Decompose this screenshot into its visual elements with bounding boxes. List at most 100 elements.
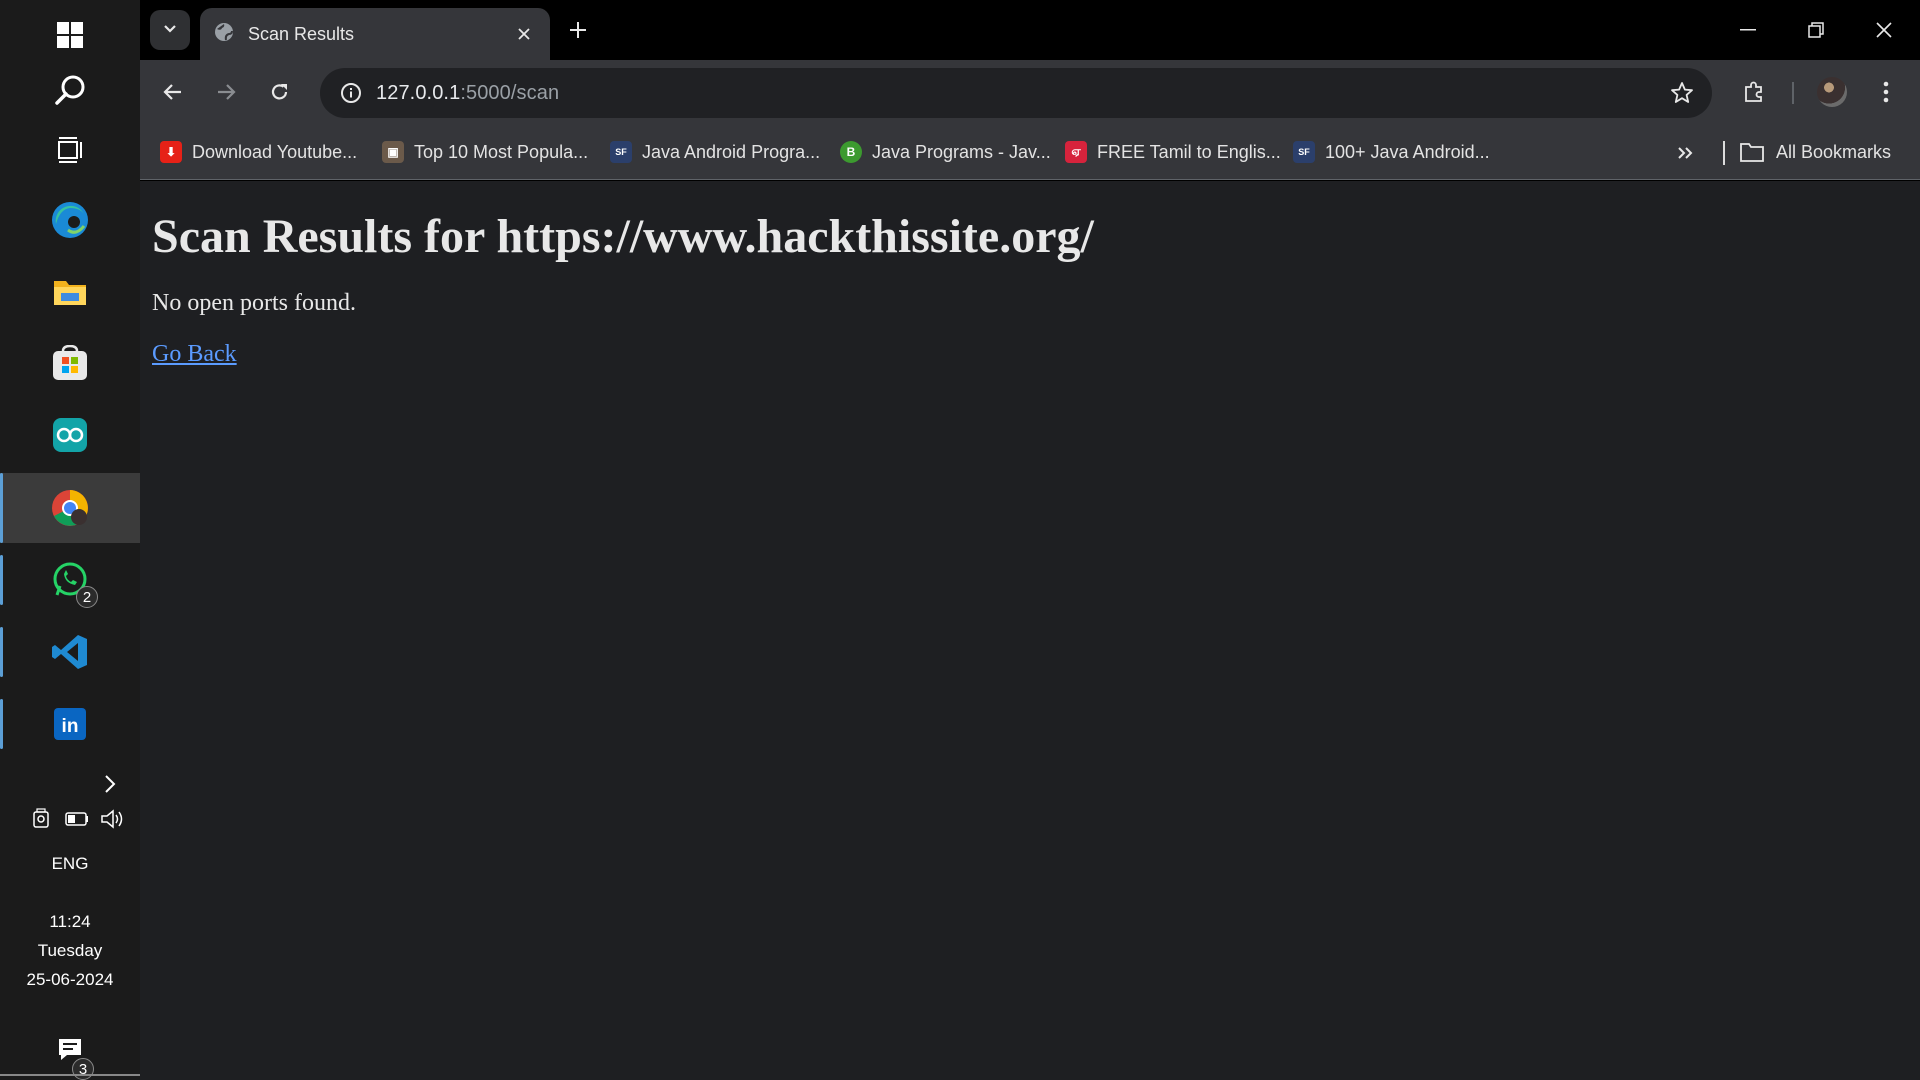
task-view-icon [50,130,90,170]
tab-title: Scan Results [248,23,355,44]
camera-tray-icon[interactable] [29,806,55,832]
clock-date[interactable]: 25-06-2024 [0,970,140,990]
url-text[interactable]: 127.0.0.1:5000/scan [376,82,559,105]
sf-site-icon: SF [610,141,632,163]
running-indicator [0,627,3,677]
linkedin-icon: in [50,704,90,744]
taskbar-app-edge[interactable] [0,185,140,255]
bookmark-star-button[interactable] [1664,75,1700,111]
close-icon [1876,22,1892,38]
running-indicator [0,555,3,605]
minimize-icon [1740,29,1756,31]
tab-close-button[interactable] [512,22,536,46]
bookmark-item[interactable]: ஏ FREE Tamil to Englis... [1059,136,1287,168]
arduino-icon [50,415,90,455]
reload-icon [271,84,288,100]
folder-outline-icon [1740,142,1764,162]
taskbar-app-whatsapp[interactable]: 2 [0,545,140,615]
chevron-down-icon [163,21,177,39]
folder-icon [50,272,90,312]
toolbar-divider [1792,82,1794,104]
new-tab-button[interactable] [560,12,596,48]
taskbar-bottom-divider [0,1074,140,1076]
bookmarks-divider [1723,141,1725,165]
avatar [1817,77,1847,107]
restore-icon [1808,22,1824,38]
minimize-button[interactable] [1714,0,1782,60]
store-icon [50,343,90,383]
windows-icon [50,15,90,55]
chrome-icon [50,488,90,528]
arrow-right-icon [218,84,236,100]
battery-icon[interactable] [64,806,90,832]
bookmark-label: Top 10 Most Popula... [414,141,589,162]
page-content: Scan Results for https://www.hackthissit… [140,181,1920,1080]
notifications-badge: 3 [72,1058,94,1080]
taskbar-app-chrome[interactable] [0,473,140,543]
taskbar-app-microsoft-store[interactable] [0,328,140,398]
bookmark-item[interactable]: B Java Programs - Jav... [834,136,1057,168]
taskbar: 2 in ENG 11:24 Tuesday 25-06-2024 3 [0,0,140,1080]
info-icon [341,83,361,103]
bookmark-item[interactable]: SF Java Android Progra... [604,136,826,168]
all-bookmarks-button[interactable]: All Bookmarks [1740,136,1891,168]
go-back-link[interactable]: Go Back [152,341,237,368]
url-path: :5000/scan [460,81,560,104]
volume-icon[interactable] [100,806,126,832]
edge-icon [50,200,90,240]
whatsapp-icon: 2 [50,560,98,608]
search-icon [50,70,90,110]
clock-day[interactable]: Tuesday [0,941,140,961]
language-indicator[interactable]: ENG [0,854,140,874]
bookmark-item[interactable]: ▣ Top 10 Most Popula... [376,136,594,168]
site-info-button[interactable] [326,68,376,118]
url-host: 127.0.0.1 [376,81,461,104]
chevron-right-icon [103,774,117,799]
reload-button[interactable] [260,72,300,112]
page-title: Scan Results for https://www.hackthissit… [152,210,1094,263]
svg-text:in: in [62,716,79,737]
active-indicator [0,473,3,543]
box-icon: ▣ [382,141,404,163]
close-window-button[interactable] [1850,0,1918,60]
bookmark-item[interactable]: SF 100+ Java Android... [1287,136,1496,168]
tamil-site-icon: ஏ [1065,141,1087,163]
puzzle-icon [1745,81,1762,102]
taskbar-app-arduino[interactable] [0,400,140,470]
taskbar-app-vscode[interactable] [0,617,140,687]
profile-button[interactable] [1812,72,1852,112]
bookmarks-bar: ⬇ Download Youtube... ▣ Top 10 Most Popu… [140,125,1920,180]
extensions-button[interactable] [1734,72,1774,112]
clock-time[interactable]: 11:24 [0,912,140,932]
tab-search-button[interactable] [150,10,190,50]
star-icon [1671,82,1693,103]
task-view-button[interactable] [0,115,140,185]
taskbar-app-file-explorer[interactable] [0,257,140,327]
back-button[interactable] [153,72,193,112]
tab-scan-results[interactable]: Scan Results [200,8,550,60]
close-icon [518,28,530,40]
bookmark-label: FREE Tamil to Englis... [1097,141,1281,162]
more-bookmarks-button[interactable] [1670,138,1700,168]
vscode-icon [50,632,90,672]
taskbar-app-linkedin[interactable]: in [0,689,140,759]
browser-toolbar: 127.0.0.1:5000/scan [140,60,1920,125]
bookmark-label: Download Youtube... [192,141,358,162]
notifications-button[interactable]: 3 [0,1025,140,1080]
whatsapp-badge: 2 [76,586,98,608]
notification-icon: 3 [50,1030,94,1080]
more-vertical-icon [1883,81,1889,103]
show-hidden-icons-button[interactable] [80,768,140,804]
bookmark-label: Java Programs - Jav... [872,141,1051,162]
address-bar[interactable]: 127.0.0.1:5000/scan [320,68,1712,118]
double-chevron-right-icon [1678,147,1693,159]
arrow-left-icon [163,84,181,100]
restore-button[interactable] [1782,0,1850,60]
tab-strip: Scan Results [140,0,1920,60]
scan-result-message: No open ports found. [152,289,356,316]
running-indicator [0,699,3,749]
bookmark-item[interactable]: ⬇ Download Youtube... [154,136,363,168]
bookmark-label: 100+ Java Android... [1325,141,1490,162]
menu-button[interactable] [1866,72,1906,112]
forward-button[interactable] [206,72,246,112]
